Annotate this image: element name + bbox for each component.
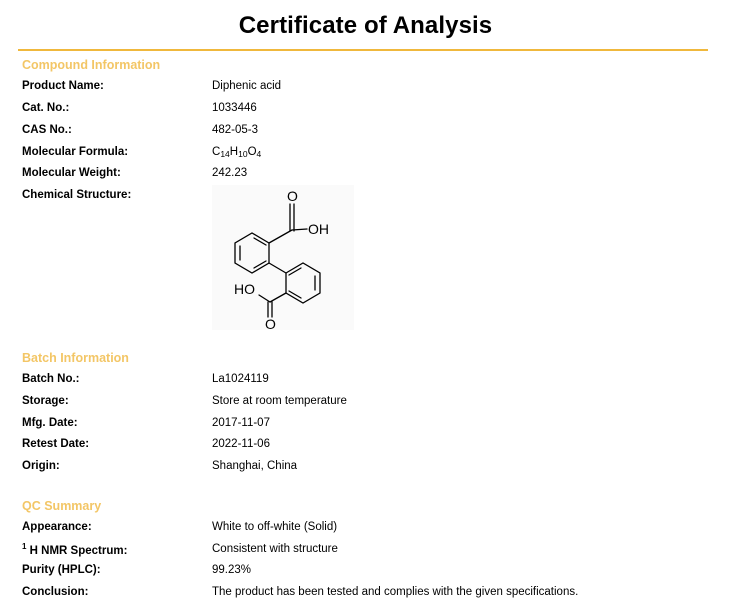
bottom-oxygen-label: O [265,316,276,330]
nmr-label-text: H NMR Spectrum: [26,545,128,557]
conclusion-value: The product has been tested and complies… [212,586,579,598]
formula-o: O [247,146,257,158]
batch-no-value: La1024119 [212,373,269,385]
cat-no-value: 1033446 [212,102,257,114]
cat-no-label: Cat. No.: [22,102,70,114]
origin-value: Shanghai, China [212,460,298,472]
origin-label: Origin: [22,460,60,472]
mw-label: Molecular Weight: [22,167,121,179]
cas-no-value: 482-05-3 [212,124,259,136]
batch-no-label: Batch No.: [22,373,80,385]
mw-value: 242.23 [212,167,248,179]
mfg-date-value: 2017-11-07 [212,417,270,429]
retest-date-label: Retest Date: [22,438,90,450]
appearance-value: White to off-white (Solid) [212,521,338,533]
cas-no-label: CAS No.: [22,124,72,136]
purity-label: Purity (HPLC): [22,564,101,576]
formula-o-count: 4 [256,149,262,159]
product-name-label: Product Name: [22,80,104,92]
storage-label: Storage: [22,395,69,407]
chemical-structure-image: O OH HO O [212,185,354,332]
nmr-value: Consistent with structure [212,543,338,555]
formula-c-count: 14 [220,149,230,159]
purity-value: 99.23% [212,564,252,576]
storage-value: Store at room temperature [212,395,347,407]
retest-date-value: 2022-11-06 [212,438,270,450]
bottom-hydroxyl-label: HO [234,281,255,297]
batch-section-title: Batch Information [22,351,129,365]
top-oxygen-label: O [287,188,298,204]
document-title: Certificate of Analysis [238,12,493,39]
chemical-structure-drawing: O OH HO O [234,188,329,332]
compound-section-title: Compound Information [22,58,161,72]
nmr-label: 1 H NMR Spectrum: [22,542,127,557]
formula-h-count: 10 [238,149,248,159]
top-hydroxyl-label: OH [308,221,329,237]
structure-label: Chemical Structure: [22,189,132,201]
mfg-date-label: Mfg. Date: [22,417,78,429]
formula-label: Molecular Formula: [22,146,129,158]
header-divider [18,49,708,51]
appearance-label: Appearance: [22,521,92,533]
product-name-value: Diphenic acid [212,80,282,92]
formula-value: C14H10O4 [212,146,261,159]
formula-h: H [229,146,239,158]
qc-section-title: QC Summary [22,499,102,513]
conclusion-label: Conclusion: [22,586,89,598]
